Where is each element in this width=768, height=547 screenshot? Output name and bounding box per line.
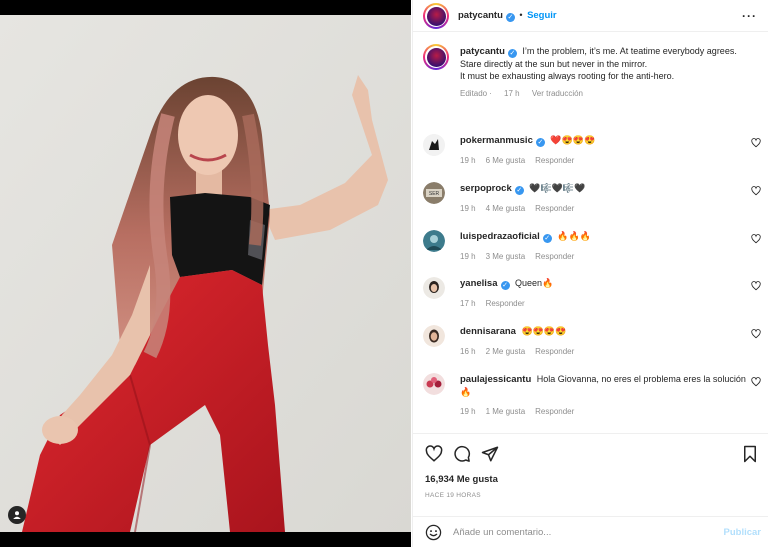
comment-avatar[interactable] bbox=[423, 134, 445, 156]
comment-text: 🖤🎼🖤🎼🖤 bbox=[529, 183, 586, 193]
share-icon[interactable] bbox=[481, 445, 499, 463]
svg-text:SER: SER bbox=[429, 191, 440, 197]
comment-text: 🔥🔥🔥 bbox=[557, 231, 591, 241]
caption-body: patycantu ✓ I’m the problem, it’s me. At … bbox=[460, 45, 756, 100]
comment-likes[interactable]: 2 Me gusta bbox=[486, 347, 526, 356]
heart-icon[interactable] bbox=[751, 186, 761, 196]
author-username[interactable]: patycantu bbox=[458, 10, 503, 21]
see-translation-link[interactable]: Ver traducción bbox=[532, 89, 583, 98]
comment-text: Queen🔥 bbox=[515, 278, 554, 288]
comment-avatar[interactable] bbox=[423, 373, 445, 395]
comment-time: 19 h bbox=[460, 204, 476, 213]
comment-icon[interactable] bbox=[453, 445, 471, 463]
reply-button[interactable]: Responder bbox=[486, 299, 525, 308]
comment-body: pokermanmusic ✓ ❤️😍😍😍 19 h 6 Me gusta Respo… bbox=[460, 134, 750, 167]
heart-icon[interactable] bbox=[425, 445, 443, 463]
bottom-black-bar bbox=[0, 532, 411, 547]
comment-body: luispedrazaoficial ✓ 🔥🔥🔥 19 h 3 Me gusta Re… bbox=[460, 230, 750, 263]
heart-icon[interactable] bbox=[751, 138, 761, 148]
post-image bbox=[0, 15, 411, 532]
emoji-icon[interactable] bbox=[425, 524, 442, 541]
comment-time: 16 h bbox=[460, 347, 476, 356]
comment-likes[interactable]: 6 Me gusta bbox=[486, 156, 526, 165]
reply-button[interactable]: Responder bbox=[535, 347, 574, 356]
comment-username[interactable]: serpoprock bbox=[460, 183, 512, 194]
more-options-icon[interactable]: ··· bbox=[742, 9, 757, 23]
comment-body: serpoprock ✓ 🖤🎼🖤🎼🖤 19 h 4 Me gusta Responde… bbox=[460, 182, 750, 215]
post-side-panel: patycantu ✓ • Seguir ··· patycantu ✓ I’m t… bbox=[412, 0, 768, 547]
comment-time: 17 h bbox=[460, 299, 476, 308]
comment-meta: 19 h 1 Me gusta Responder bbox=[460, 406, 750, 418]
comment-username[interactable]: paulajessicantu bbox=[460, 374, 531, 385]
comment-username[interactable]: yanelisa bbox=[460, 278, 498, 289]
post-header: patycantu ✓ • Seguir ··· bbox=[413, 0, 768, 32]
post-time-ago: HACE 19 HORAS bbox=[425, 492, 481, 499]
comment-meta: 16 h 2 Me gusta Responder bbox=[460, 346, 750, 358]
comment-username[interactable]: dennisarana bbox=[460, 326, 516, 337]
caption-time: 17 h bbox=[504, 89, 520, 98]
heart-icon[interactable] bbox=[751, 377, 761, 387]
post-actions: 16,934 Me gusta HACE 19 HORAS bbox=[413, 433, 768, 523]
user-tag-button[interactable] bbox=[8, 506, 26, 524]
reply-button[interactable]: Responder bbox=[535, 204, 574, 213]
add-comment-bar: Publicar bbox=[413, 516, 768, 547]
comment-likes[interactable]: 1 Me gusta bbox=[486, 407, 526, 416]
comment-meta: 19 h 3 Me gusta Responder bbox=[460, 251, 750, 263]
reply-button[interactable]: Responder bbox=[535, 156, 574, 165]
edited-label: Editado bbox=[460, 89, 488, 98]
heart-icon[interactable] bbox=[751, 234, 761, 244]
comment-avatar[interactable]: SER bbox=[423, 182, 445, 204]
comment-likes[interactable]: 4 Me gusta bbox=[486, 204, 526, 213]
caption-avatar[interactable] bbox=[423, 44, 449, 70]
user-tag-icon bbox=[13, 511, 21, 519]
likes-count[interactable]: 16,934 Me gusta bbox=[425, 474, 498, 485]
comment-avatar[interactable] bbox=[423, 277, 445, 299]
verified-icon: ✓ bbox=[542, 234, 552, 243]
top-black-bar bbox=[0, 0, 411, 15]
comment-time: 19 h bbox=[460, 156, 476, 165]
follow-button[interactable]: Seguir bbox=[527, 10, 557, 21]
comment-body: paulajessicantu Hola Giovanna, no eres e… bbox=[460, 373, 750, 418]
comment-meta: 19 h 4 Me gusta Responder bbox=[460, 203, 750, 215]
verified-icon: ✓ bbox=[505, 13, 515, 22]
reply-button[interactable]: Responder bbox=[535, 252, 574, 261]
comment-text: ❤️😍😍😍 bbox=[550, 135, 596, 145]
comment-username[interactable]: pokermanmusic bbox=[460, 135, 533, 146]
comment-likes[interactable]: 3 Me gusta bbox=[486, 252, 526, 261]
comment-meta: 19 h 6 Me gusta Responder bbox=[460, 155, 750, 167]
author-line: patycantu ✓ • Seguir bbox=[458, 10, 557, 22]
comment-time: 19 h bbox=[460, 252, 476, 261]
verified-icon: ✓ bbox=[514, 186, 524, 195]
comment-avatar[interactable] bbox=[423, 325, 445, 347]
comment-text: 😍😍😍😍 bbox=[521, 326, 567, 336]
post-photo[interactable] bbox=[0, 15, 411, 532]
comment-meta: 17 h Responder bbox=[460, 298, 750, 310]
verified-icon: ✓ bbox=[507, 49, 517, 58]
publish-button[interactable]: Publicar bbox=[724, 527, 762, 538]
comment-input[interactable] bbox=[453, 523, 703, 541]
caption-meta: Editado · 17 h Ver traducción bbox=[460, 89, 583, 98]
comment-username[interactable]: luispedrazaoficial bbox=[460, 231, 540, 242]
verified-icon: ✓ bbox=[535, 138, 545, 147]
comment-time: 19 h bbox=[460, 407, 476, 416]
bookmark-icon[interactable] bbox=[741, 445, 759, 463]
caption-username[interactable]: patycantu bbox=[460, 46, 505, 57]
comment-body: yanelisa ✓ Queen🔥 17 h Responder bbox=[460, 277, 750, 310]
comment-body: dennisarana 😍😍😍😍 16 h 2 Me gusta Responder bbox=[460, 325, 750, 358]
comment-avatar[interactable] bbox=[423, 230, 445, 252]
reply-button[interactable]: Responder bbox=[535, 407, 574, 416]
heart-icon[interactable] bbox=[751, 329, 761, 339]
heart-icon[interactable] bbox=[751, 281, 761, 291]
verified-icon: ✓ bbox=[500, 281, 510, 290]
author-avatar[interactable] bbox=[423, 3, 449, 29]
